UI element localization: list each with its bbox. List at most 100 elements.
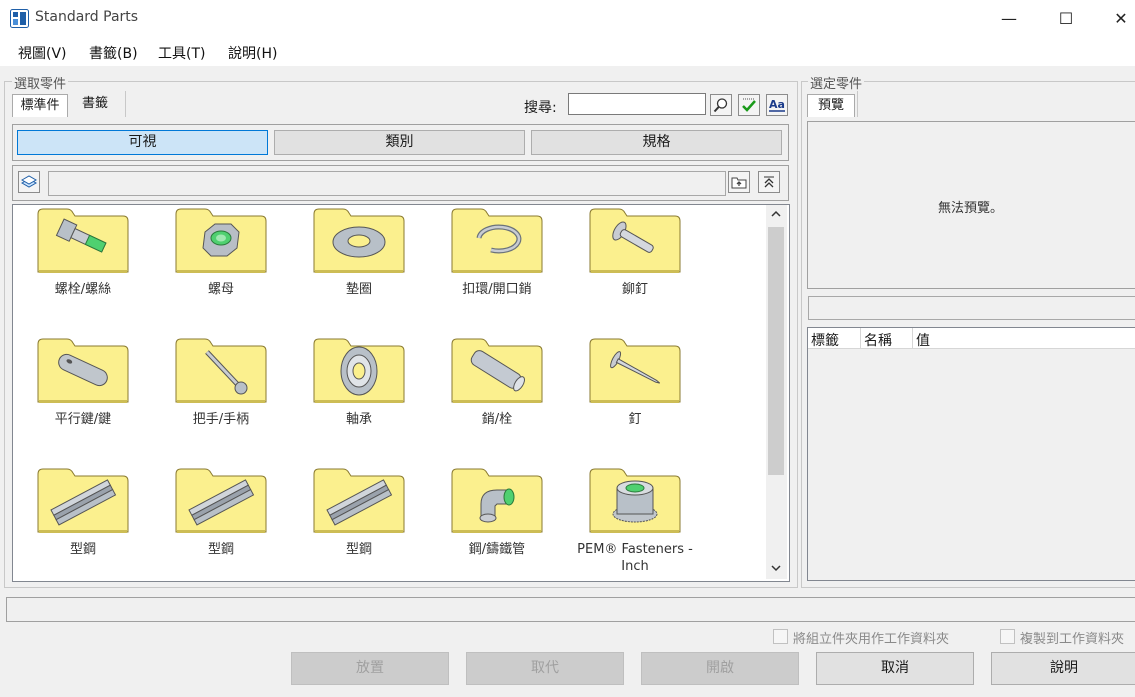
folder-item-pem-fasteners[interactable]: PEM® Fasteners - Inch xyxy=(575,468,695,575)
folder-item-retaining-rings[interactable]: 扣環/開口銷 xyxy=(437,208,557,298)
column-divider xyxy=(860,328,861,348)
item-label: 鋼/鑄鐵管 xyxy=(468,542,526,557)
folder-item-pins[interactable]: 銷/栓 xyxy=(437,338,557,428)
rivet-icon xyxy=(589,208,681,273)
item-label: PEM® Fasteners - Inch xyxy=(577,542,693,574)
item-label: 型鋼 xyxy=(345,542,372,557)
use-assembly-folder-label: 將組立件夾用作工作資料夾 xyxy=(793,632,950,647)
folder-item-nails[interactable]: 釘 xyxy=(575,338,695,428)
steel-beam-icon xyxy=(313,468,405,533)
key-icon xyxy=(37,338,129,403)
replace-button[interactable]: 取代 xyxy=(466,652,624,685)
folder-item-nuts[interactable]: 螺母 xyxy=(161,208,281,298)
steel-beam-icon xyxy=(37,468,129,533)
view-spec-button[interactable]: 規格 xyxy=(531,130,782,155)
folder-item-rivets[interactable]: 鉚釘 xyxy=(575,208,695,298)
folder-item-steel-1[interactable]: 型鋼 xyxy=(23,468,143,558)
folder-item-bearings[interactable]: 軸承 xyxy=(299,338,419,428)
check-button[interactable] xyxy=(738,94,760,116)
tab-standard[interactable]: 標準件 xyxy=(12,94,68,117)
checkmark-icon xyxy=(742,98,756,112)
search-button[interactable] xyxy=(710,94,732,116)
item-label: 把手/手柄 xyxy=(192,412,250,427)
folder-item-washers[interactable]: 墊圈 xyxy=(299,208,419,298)
item-label: 型鋼 xyxy=(207,542,234,557)
tab-divider xyxy=(857,91,858,117)
path-field[interactable] xyxy=(48,171,726,196)
place-button[interactable]: 放置 xyxy=(291,652,449,685)
select-part-label: 選取零件 xyxy=(12,73,69,92)
part-name-field[interactable] xyxy=(808,296,1135,320)
folder-item-bolts[interactable]: 螺栓/螺絲 xyxy=(23,208,143,298)
use-assembly-folder-checkbox[interactable] xyxy=(773,629,788,644)
search-icon xyxy=(713,98,728,113)
pem-fastener-icon xyxy=(589,468,681,533)
selected-part-label: 選定零件 xyxy=(808,73,865,92)
collapse-up-icon xyxy=(764,176,774,188)
folder-item-steel-2[interactable]: 型鋼 xyxy=(161,468,281,558)
retaining-ring-icon xyxy=(451,208,543,273)
handle-icon xyxy=(175,338,267,403)
up-folder-button[interactable] xyxy=(728,171,750,193)
folder-item-keys[interactable]: 平行鍵/鍵 xyxy=(23,338,143,428)
pin-icon xyxy=(451,338,543,403)
library-icon xyxy=(21,175,37,188)
item-label: 螺栓/螺絲 xyxy=(54,282,112,297)
tab-bookmarks[interactable]: 書籤 xyxy=(70,93,120,115)
item-label: 軸承 xyxy=(345,412,372,427)
folder-item-handles[interactable]: 把手/手柄 xyxy=(161,338,281,428)
column-tag[interactable]: 標籤 xyxy=(811,330,839,350)
pipe-fitting-icon xyxy=(451,468,543,533)
cancel-button[interactable]: 取消 xyxy=(816,652,974,685)
match-case-button[interactable]: Aa xyxy=(766,94,788,116)
scrollbar-thumb[interactable] xyxy=(768,227,784,475)
tab-divider xyxy=(125,91,126,117)
item-label: 平行鍵/鍵 xyxy=(54,412,112,427)
search-input[interactable] xyxy=(568,93,706,115)
copy-to-work-label: 複製到工作資料夾 xyxy=(1020,632,1125,647)
item-label: 釘 xyxy=(628,412,642,427)
view-visual-button[interactable]: 可視 xyxy=(17,130,268,155)
column-name[interactable]: 名稱 xyxy=(864,330,892,350)
menu-view[interactable]: 視圖(V) xyxy=(18,43,67,63)
help-button[interactable]: 說明 xyxy=(991,652,1135,685)
item-label: 螺母 xyxy=(207,282,234,297)
item-label: 銷/栓 xyxy=(481,412,513,427)
close-button[interactable]: ✕ xyxy=(1098,4,1135,34)
steel-beam-icon xyxy=(175,468,267,533)
column-value[interactable]: 值 xyxy=(916,330,930,350)
view-category-button[interactable]: 類別 xyxy=(274,130,525,155)
table-header xyxy=(808,328,1135,349)
column-divider xyxy=(912,328,913,348)
app-icon xyxy=(10,9,29,28)
washer-icon xyxy=(313,208,405,273)
window-title: Standard Parts xyxy=(35,9,139,25)
match-case-icon: Aa xyxy=(769,98,785,112)
nail-icon xyxy=(589,338,681,403)
preview-message: 無法預覽。 xyxy=(938,201,1004,216)
bearing-icon xyxy=(313,338,405,403)
bolt-icon xyxy=(37,208,129,273)
library-button[interactable] xyxy=(18,171,40,193)
copy-to-work-checkbox[interactable] xyxy=(1000,629,1015,644)
maximize-button[interactable]: ☐ xyxy=(1043,4,1089,34)
item-label: 型鋼 xyxy=(69,542,96,557)
title-bar xyxy=(0,0,1135,37)
nut-icon xyxy=(175,208,267,273)
menu-tools[interactable]: 工具(T) xyxy=(158,43,205,63)
minimize-button[interactable]: — xyxy=(986,4,1032,34)
open-button[interactable]: 開啟 xyxy=(641,652,799,685)
item-label: 扣環/開口銷 xyxy=(462,282,532,297)
item-label: 鉚釘 xyxy=(621,282,648,297)
collapse-button[interactable] xyxy=(758,171,780,193)
up-folder-icon xyxy=(731,177,747,189)
folder-item-pipes[interactable]: 鋼/鑄鐵管 xyxy=(437,468,557,558)
scroll-up-icon[interactable] xyxy=(770,208,782,223)
scroll-down-icon[interactable] xyxy=(770,562,782,578)
menu-help[interactable]: 說明(H) xyxy=(228,43,277,63)
folder-item-steel-3[interactable]: 型鋼 xyxy=(299,468,419,558)
tab-preview[interactable]: 預覽 xyxy=(807,94,855,117)
item-label: 墊圈 xyxy=(345,282,372,297)
properties-table xyxy=(807,327,1135,581)
menu-bookmarks[interactable]: 書籤(B) xyxy=(89,43,138,63)
